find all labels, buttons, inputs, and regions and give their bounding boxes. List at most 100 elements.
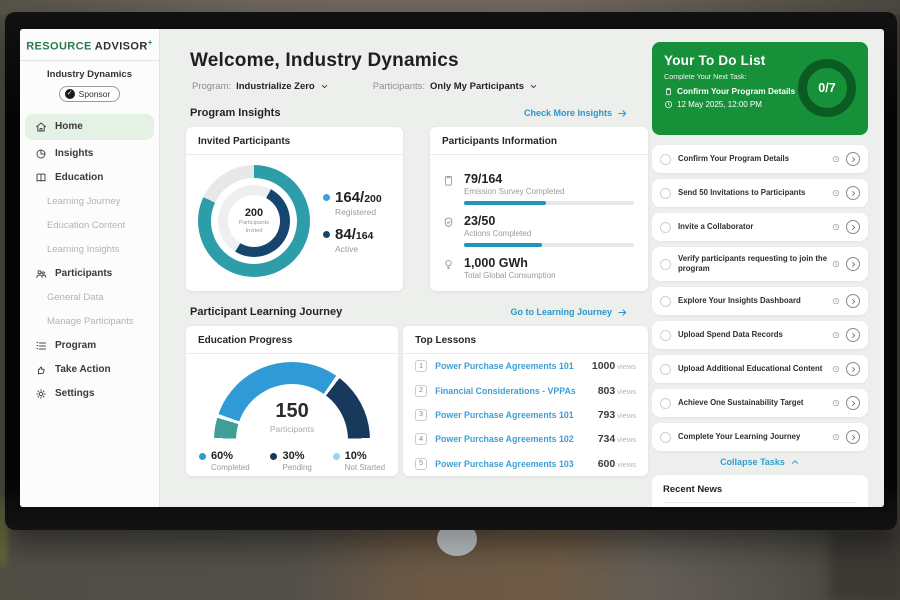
task-open-button[interactable] <box>846 328 860 342</box>
lesson-rank: 1 <box>415 360 427 372</box>
sidebar-item-insights[interactable]: Insights <box>20 142 159 166</box>
sidebar-item-education[interactable]: Education <box>20 166 159 190</box>
sidebar-item-home[interactable]: Home <box>25 114 154 140</box>
task-checkbox[interactable] <box>660 330 671 341</box>
sidebar-item-participants[interactable]: Participants <box>20 262 159 286</box>
task-checkbox[interactable] <box>660 432 671 443</box>
sidebar-item-manage-participants[interactable]: Manage Participants <box>20 310 159 334</box>
clock-icon <box>832 297 840 305</box>
invited-participants-card: Invited Participants 200 Participants In <box>186 127 403 291</box>
insights-icon <box>35 148 47 160</box>
sidebar-menu: Home Insights Education Learning Journey… <box>20 114 159 406</box>
lesson-link[interactable]: Financial Considerations - VPPAs <box>435 386 576 396</box>
task-item[interactable]: Verify participants requesting to join t… <box>652 247 868 281</box>
lesson-row: 2 Financial Considerations - VPPAs 803vi… <box>403 378 648 402</box>
sidebar-item-learning-insights[interactable]: Learning Insights <box>20 238 159 262</box>
education-icon <box>35 172 47 184</box>
main-content: Welcome, Industry Dynamics Program: Indu… <box>166 29 648 507</box>
chevron-down-icon <box>320 82 329 91</box>
legend-dot <box>270 453 277 460</box>
take-action-icon <box>35 364 47 376</box>
gauge-center-label: Participants <box>214 424 370 434</box>
task-item[interactable]: Achieve One Sustainability Target <box>652 389 868 417</box>
task-checkbox[interactable] <box>660 259 671 270</box>
check-more-insights-link[interactable]: Check More Insights <box>524 108 628 119</box>
sidebar-item-label: Settings <box>55 388 94 399</box>
task-item[interactable]: Explore Your Insights Dashboard <box>652 287 868 315</box>
sidebar: RESOURCE ADVISOR+ Industry Dynamics ✓ Sp… <box>20 29 160 507</box>
actions-icon <box>442 216 455 229</box>
task-open-button[interactable] <box>846 220 860 234</box>
sidebar-item-general-data[interactable]: General Data <box>20 286 159 310</box>
top-lessons-card: Top Lessons 1 Power Purchase Agreements … <box>403 326 648 476</box>
lesson-link[interactable]: Power Purchase Agreements 103 <box>435 459 574 469</box>
sidebar-item-label: Learning Journey <box>47 196 120 207</box>
task-checkbox[interactable] <box>660 296 671 307</box>
sidebar-item-label: Manage Participants <box>47 316 134 327</box>
chevron-right-icon <box>850 224 857 231</box>
stat-global-consumption: 1,000 GWh Total Global Consumption <box>442 256 634 280</box>
arrow-right-icon <box>617 108 628 119</box>
sidebar-item-label: General Data <box>47 292 104 303</box>
todo-panel: Your To Do List Complete Your Next Task:… <box>652 29 868 507</box>
task-item[interactable]: Upload Spend Data Records <box>652 321 868 349</box>
go-to-learning-journey-link[interactable]: Go to Learning Journey <box>510 307 628 318</box>
donut-center-label: Participants Invited <box>239 220 269 234</box>
participants-filter-dropdown[interactable]: Participants: Only My Participants <box>373 81 538 92</box>
card-title: Invited Participants <box>186 127 403 155</box>
page-title: Welcome, Industry Dynamics <box>190 50 648 72</box>
sidebar-item-learning-journey[interactable]: Learning Journey <box>20 190 159 214</box>
chevron-right-icon <box>850 400 857 407</box>
lesson-link[interactable]: Power Purchase Agreements 101 <box>435 361 574 371</box>
participants-icon <box>35 268 47 280</box>
task-checkbox[interactable] <box>660 188 671 199</box>
task-checkbox[interactable] <box>660 398 671 409</box>
task-item[interactable]: Confirm Your Program Details <box>652 145 868 173</box>
lesson-link[interactable]: Power Purchase Agreements 102 <box>435 434 574 444</box>
sidebar-item-label: Program <box>55 340 96 351</box>
clock-icon <box>664 100 673 109</box>
task-open-button[interactable] <box>846 396 860 410</box>
collapse-tasks-link[interactable]: Collapse Tasks <box>652 457 868 467</box>
legend-dot <box>333 453 340 460</box>
sidebar-item-take-action[interactable]: Take Action <box>20 358 159 382</box>
clock-icon <box>832 223 840 231</box>
gauge-center-value: 150 <box>214 400 370 423</box>
task-list: Confirm Your Program Details Send 50 Inv… <box>652 145 868 451</box>
task-open-button[interactable] <box>846 186 860 200</box>
clock-icon <box>832 189 840 197</box>
task-open-button[interactable] <box>846 257 860 271</box>
sidebar-item-education-content[interactable]: Education Content <box>20 214 159 238</box>
filter-value: Industrialize Zero <box>236 81 315 92</box>
task-item[interactable]: Upload Additional Educational Content <box>652 355 868 383</box>
stat-emission-survey: 79/164 Emission Survey Completed <box>442 172 634 205</box>
lesson-rank: 4 <box>415 433 427 445</box>
sponsor-badge-icon: ✓ <box>65 89 75 99</box>
program-icon <box>35 340 47 352</box>
stat-progress-fill <box>464 201 546 205</box>
sidebar-item-settings[interactable]: Settings <box>20 382 159 406</box>
photo-stage: RESOURCE ADVISOR+ Industry Dynamics ✓ Sp… <box>0 0 900 600</box>
lesson-link[interactable]: Power Purchase Agreements 101 <box>435 410 574 420</box>
task-item[interactable]: Send 50 Invitations to Participants <box>652 179 868 207</box>
task-item[interactable]: Complete Your Learning Journey <box>652 423 868 451</box>
education-gauge-wrap: 150 Participants <box>214 362 370 442</box>
task-open-button[interactable] <box>846 362 860 376</box>
card-title: Participants Information <box>430 127 648 155</box>
progress-track <box>464 243 634 247</box>
task-open-button[interactable] <box>846 294 860 308</box>
program-filter-dropdown[interactable]: Program: Industrialize Zero <box>192 81 329 92</box>
lesson-rank: 3 <box>415 409 427 421</box>
card-title: Education Progress <box>186 326 398 354</box>
task-item[interactable]: Invite a Collaborator <box>652 213 868 241</box>
task-checkbox[interactable] <box>660 364 671 375</box>
legend-dot <box>323 231 330 238</box>
task-checkbox[interactable] <box>660 222 671 233</box>
task-open-button[interactable] <box>846 430 860 444</box>
task-checkbox[interactable] <box>660 154 671 165</box>
filter-value: Only My Participants <box>430 81 524 92</box>
sidebar-item-label: Insights <box>55 148 93 159</box>
task-open-button[interactable] <box>846 152 860 166</box>
sidebar-item-program[interactable]: Program <box>20 334 159 358</box>
sidebar-item-label: Education <box>55 172 103 183</box>
